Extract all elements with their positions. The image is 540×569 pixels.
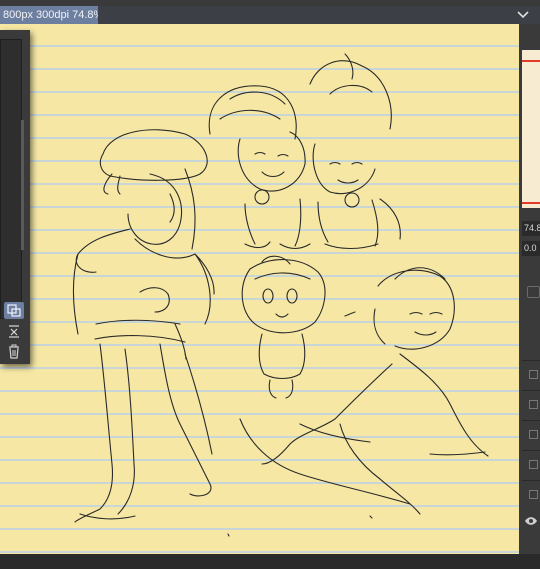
delete-layer-button[interactable]	[4, 343, 24, 360]
layer-mode-button[interactable]	[527, 286, 540, 298]
trash-icon	[9, 344, 19, 359]
eye-icon[interactable]	[524, 516, 538, 526]
sketch-drawing	[72, 53, 489, 537]
canvas-paper[interactable]	[0, 24, 519, 554]
floating-layer-panel	[0, 30, 30, 364]
right-side-panel: 74.8 0.0	[519, 24, 540, 569]
bottom-status-bar	[0, 554, 540, 569]
merge-down-icon	[9, 325, 19, 338]
navigator-preview[interactable]	[522, 50, 540, 208]
layer-row[interactable]	[522, 450, 540, 480]
layer-checkbox[interactable]	[529, 490, 538, 499]
layer-row[interactable]	[522, 480, 540, 510]
layer-list-scrollbar[interactable]	[21, 120, 24, 250]
rotation-field[interactable]: 0.0	[522, 241, 540, 256]
layer-row[interactable]	[522, 420, 540, 450]
layer-checkbox[interactable]	[529, 430, 538, 439]
chevron-down-icon[interactable]	[516, 9, 530, 21]
navigator-frame-line	[522, 60, 540, 62]
document-tab-bar: 800px 300dpi 74.8%)	[0, 6, 540, 24]
layer-checkbox[interactable]	[529, 400, 538, 409]
navigator-frame-line	[522, 202, 540, 204]
layer-settings-button[interactable]	[4, 302, 24, 319]
layer-checkbox[interactable]	[529, 370, 538, 379]
layer-settings-icon	[7, 304, 21, 317]
layer-row[interactable]	[522, 390, 540, 420]
layer-checkbox[interactable]	[529, 460, 538, 469]
layer-row[interactable]	[522, 360, 540, 390]
document-tab[interactable]: 800px 300dpi 74.8%)	[0, 6, 98, 24]
merge-down-button[interactable]	[4, 323, 24, 340]
layer-list-area[interactable]	[0, 39, 22, 319]
document-tab-title: 800px 300dpi 74.8%)	[3, 9, 98, 21]
zoom-field[interactable]: 74.8	[522, 221, 540, 236]
